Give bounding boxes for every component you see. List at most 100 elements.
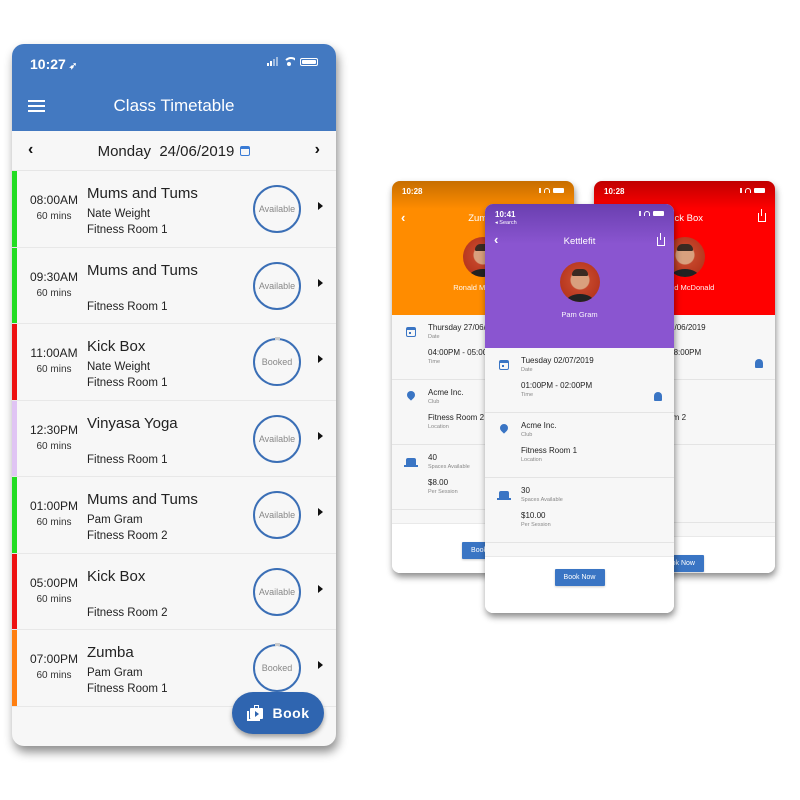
class-list: 08:00AM 60 mins Mums and Tums Nate Weight Fi… <box>12 171 336 707</box>
instructor-avatar <box>559 262 600 302</box>
wifi-icon <box>544 188 550 193</box>
class-color-bar <box>12 630 17 706</box>
reminder-bell-icon[interactable] <box>755 359 763 368</box>
class-time: 05:00PM <box>29 575 79 590</box>
book-fab-label: Book <box>272 705 310 721</box>
chevron-right-icon[interactable] <box>318 278 323 287</box>
availability-status-badge[interactable]: Available <box>253 414 301 463</box>
book-fab-button[interactable]: Book <box>232 692 324 734</box>
availability-status-badge[interactable]: Available <box>253 491 301 539</box>
class-name: Mums and Tums <box>87 261 198 279</box>
booking-icon <box>246 705 263 721</box>
class-room: Fitness Room 2 <box>87 606 168 619</box>
status-bar: 10:27 ➶ <box>12 44 336 80</box>
class-row[interactable]: 09:30AM 60 mins Mums and Tums Fitness Room … <box>12 247 336 324</box>
class-time: 01:00PM <box>29 499 79 513</box>
class-time: 07:00PM <box>29 652 79 666</box>
class-duration: 60 mins <box>36 211 72 222</box>
location-pin-icon <box>498 422 510 434</box>
class-room: Fitness Room 1 <box>87 224 168 236</box>
availability-status-badge[interactable]: Booked <box>253 337 301 386</box>
next-day-button[interactable]: › <box>315 141 320 159</box>
class-color-bar <box>12 247 17 323</box>
time-value: 01:00PM - 02:00PM <box>521 381 593 390</box>
class-room: Fitness Room 1 <box>87 453 168 466</box>
class-name: Zumba <box>87 644 134 661</box>
class-name: Mums and Tums <box>87 185 198 202</box>
battery-icon <box>553 188 564 193</box>
class-color-bar <box>12 477 17 553</box>
back-to-search-link[interactable]: ◂ Search <box>495 220 517 226</box>
battery-icon <box>300 57 318 66</box>
app-header: 10:27 ➶ Class Timetable <box>12 44 336 131</box>
status-time: 10:27 ➶ <box>30 56 77 72</box>
chevron-right-icon[interactable] <box>318 202 323 210</box>
class-duration: 60 mins <box>36 440 72 452</box>
class-row[interactable]: 01:00PM 60 mins Mums and Tums Pam Gram Fitne… <box>12 477 336 554</box>
date-value: Tuesday 02/07/2019 <box>521 356 594 365</box>
chevron-right-icon[interactable] <box>318 584 323 593</box>
chevron-right-icon[interactable] <box>318 508 323 516</box>
calendar-icon[interactable] <box>240 146 251 156</box>
availability-status-badge[interactable]: Booked <box>253 643 301 692</box>
availability-status-badge[interactable]: Available <box>253 261 301 310</box>
class-row[interactable]: 05:00PM 60 mins Kick Box Fitness Room 2 Avai… <box>12 553 336 630</box>
spaces-label: Spaces Available <box>521 497 563 503</box>
calendar-icon <box>406 327 416 337</box>
class-row[interactable]: 11:00AM 60 mins Kick Box Nate Weight Fitness… <box>12 324 336 401</box>
availability-status-badge[interactable]: Available <box>253 567 301 616</box>
class-time: 11:00AM <box>30 346 78 360</box>
chevron-right-icon[interactable] <box>318 431 323 440</box>
class-room: Fitness Room 2 <box>87 530 168 542</box>
class-detail-kettlefit: 10:41 ◂ Search ‹ Kettlefit Pam Gram Tues… <box>485 204 674 613</box>
class-duration: 60 mins <box>36 517 72 528</box>
datetime-section: Tuesday 02/07/2019 Date 01:00PM - 02:00PM… <box>485 348 674 413</box>
instructor-name: Pam Gram <box>561 310 598 319</box>
class-room: Fitness Room 1 <box>87 377 168 389</box>
status-time: 10:28 <box>604 187 625 196</box>
class-color-bar <box>12 400 17 476</box>
class-instructor: Nate Weight <box>87 208 151 220</box>
class-name: Kick Box <box>87 567 146 585</box>
date-label: Date <box>521 367 533 373</box>
book-now-button[interactable]: Book Now <box>554 569 605 586</box>
chevron-right-icon[interactable] <box>318 355 323 363</box>
date-value: 24/06/2019 <box>159 143 235 160</box>
share-icon[interactable] <box>758 209 766 222</box>
divider <box>485 543 674 557</box>
detail-footer: Book Now <box>485 557 674 613</box>
class-instructor: Nate Weight <box>87 361 151 373</box>
calendar-icon <box>499 360 509 370</box>
venue-section: Acme Inc. Club Fitness Room 1 Location <box>485 413 674 478</box>
class-time: 08:00AM <box>29 193 79 207</box>
class-time: 09:30AM <box>29 269 79 284</box>
capacity-section: 30 Spaces Available $10.00 Per Session <box>485 478 674 543</box>
class-row[interactable]: 08:00AM 60 mins Mums and Tums Nate Weight Fi… <box>12 171 336 248</box>
wifi-icon <box>644 211 650 216</box>
battery-icon <box>754 188 765 193</box>
class-duration: 60 mins <box>36 364 72 375</box>
share-icon[interactable] <box>657 233 665 246</box>
class-instructor: Pam Gram <box>87 514 143 526</box>
page-title: Class Timetable <box>113 96 235 115</box>
class-room: Fitness Room 1 <box>87 300 168 313</box>
status-icons <box>734 188 765 193</box>
reminder-bell-icon[interactable] <box>654 392 662 401</box>
status-icons <box>267 57 318 66</box>
signal-icon <box>533 188 541 193</box>
status-time: 10:28 <box>402 187 423 196</box>
class-color-bar <box>12 324 17 400</box>
wifi-icon <box>283 57 295 66</box>
signal-icon <box>633 211 641 216</box>
class-duration: 60 mins <box>36 670 72 681</box>
location-arrow-icon: ➶ <box>68 61 78 72</box>
date-label[interactable]: Monday 24/06/2019 <box>12 143 336 160</box>
class-row[interactable]: 12:30PM 60 mins Vinyasa Yoga Fitness Room 1… <box>12 400 336 477</box>
club-label: Club <box>521 432 533 438</box>
availability-status-badge[interactable]: Available <box>253 185 301 233</box>
detail-header: 10:41 ◂ Search ‹ Kettlefit Pam Gram <box>485 204 674 348</box>
time-label: Time <box>521 392 534 398</box>
detail-title: Kettlefit <box>563 236 596 247</box>
chevron-right-icon[interactable] <box>318 661 323 669</box>
status-icons <box>533 188 564 193</box>
